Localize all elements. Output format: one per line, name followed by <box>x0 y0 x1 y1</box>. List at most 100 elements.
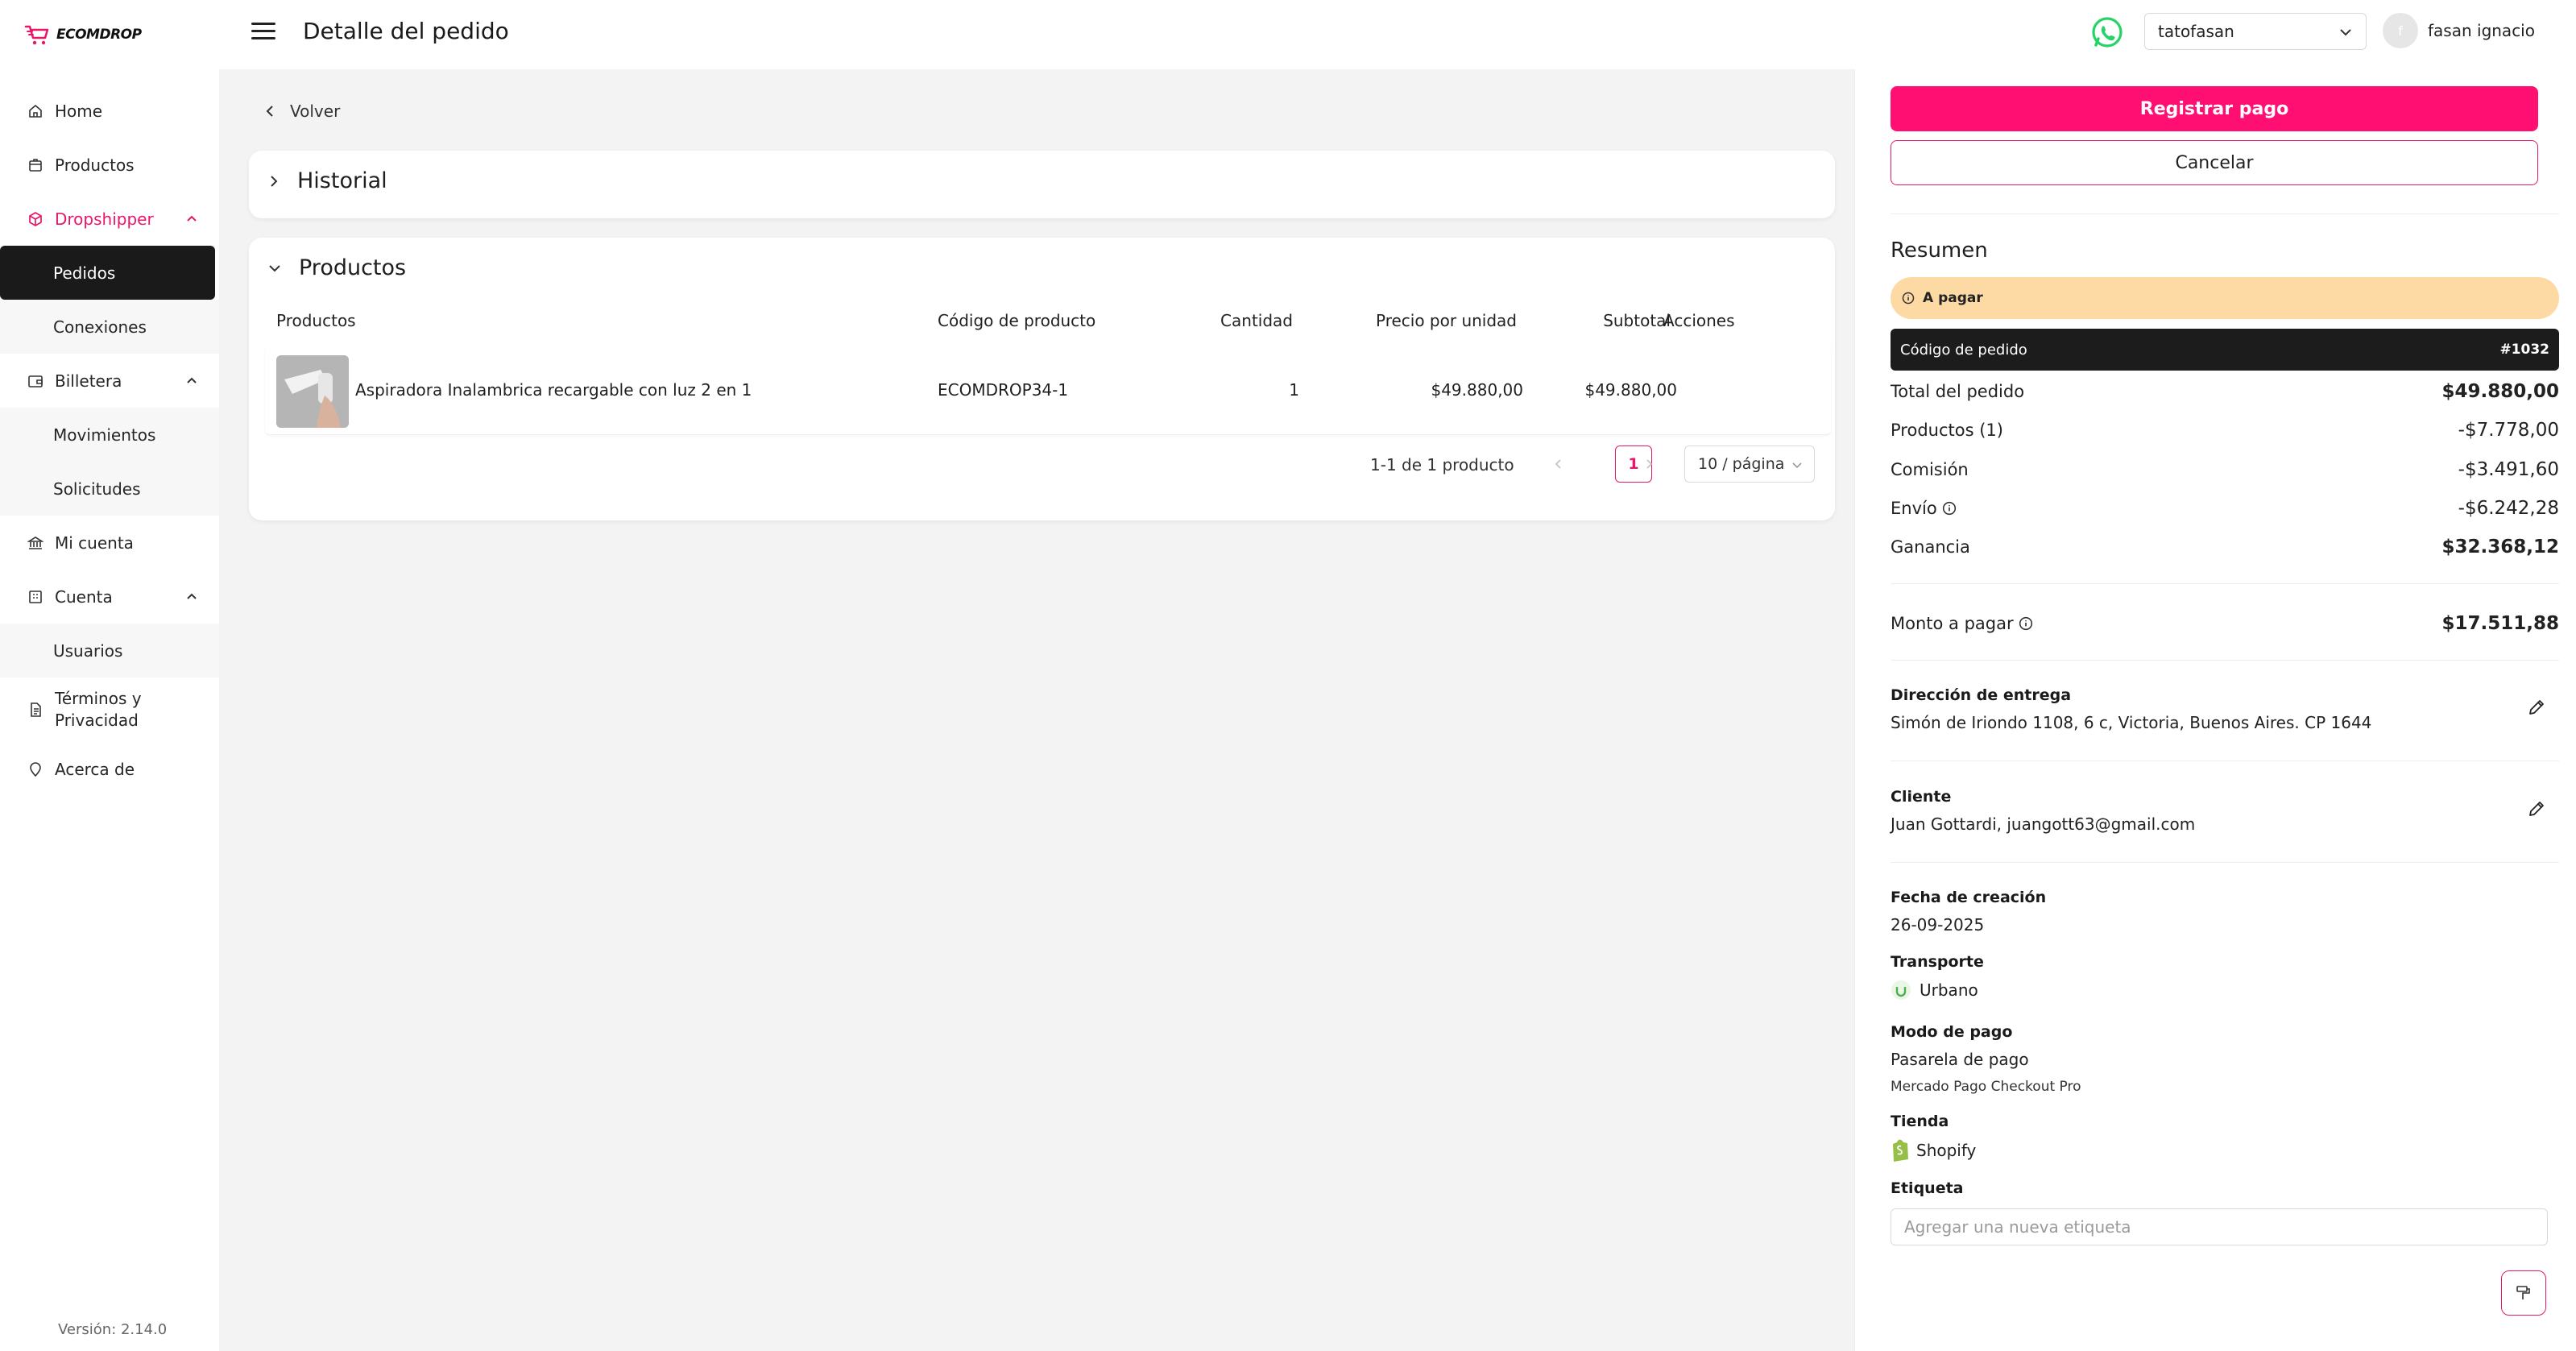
transport-value: Urbano <box>1920 980 1978 1000</box>
paint-roller-icon <box>2516 1286 2530 1299</box>
amount-label-wrap: Monto a pagar <box>1891 614 2033 633</box>
column-header: Código de producto <box>938 311 1096 330</box>
status-badge: A pagar <box>1891 277 2559 319</box>
page-size-select[interactable]: 10 / página <box>1684 445 1815 483</box>
product-name: Aspiradora Inalambrica recargable con lu… <box>355 380 752 400</box>
sidebar-item-label: Billetera <box>55 371 122 391</box>
summary-title: Resumen <box>1891 238 1988 263</box>
column-header: Cantidad <box>1220 311 1293 330</box>
transport-label: Transporte <box>1891 953 1984 971</box>
wallet-icon <box>27 373 43 389</box>
chevron-left-icon <box>266 106 273 117</box>
amount-label: Monto a pagar <box>1891 614 2014 633</box>
user-menu[interactable]: f fasan ignacio <box>2383 13 2535 48</box>
sidebar-item-solicitudes[interactable]: Solicitudes <box>0 462 219 516</box>
summary-value: $49.880,00 <box>2441 381 2559 402</box>
summary-row: Ganancia $32.368,12 <box>1891 535 2559 559</box>
store-label: Tienda <box>1891 1113 1949 1130</box>
menu-icon[interactable] <box>251 23 275 40</box>
sidebar: ECOMDROP Home Productos Dropshipper Pedi… <box>0 0 219 1351</box>
back-button[interactable]: Volver <box>264 102 340 121</box>
column-header: Subtotal <box>1603 311 1671 330</box>
store-select-value: tatofasan <box>2158 22 2234 41</box>
historial-header[interactable]: Historial <box>268 168 387 193</box>
chevron-up-icon <box>187 377 197 383</box>
summary-label: Ganancia <box>1891 537 1970 557</box>
order-code-label: Código de pedido <box>1900 341 2027 358</box>
productos-header[interactable]: Productos <box>268 255 406 280</box>
payment-value: Pasarela de pago <box>1891 1050 2029 1069</box>
sidebar-item-mi-cuenta[interactable]: Mi cuenta <box>0 516 219 570</box>
client-value: Juan Gottardi, juangott63@gmail.com <box>1891 814 2196 834</box>
productos-panel: Productos Productos Código de producto C… <box>249 238 1835 520</box>
order-code-value: #1032 <box>2499 342 2549 358</box>
cart-logo-icon <box>24 25 49 45</box>
productos-title: Productos <box>299 255 407 280</box>
table-header: Productos Código de producto Cantidad Pr… <box>276 311 1820 340</box>
sidebar-item-acerca[interactable]: Acerca de <box>0 742 219 796</box>
document-icon <box>27 702 43 718</box>
info-icon <box>1902 292 1915 305</box>
summary-value: -$7.778,00 <box>2458 420 2559 441</box>
brand-logo[interactable]: ECOMDROP <box>24 23 142 47</box>
store-value: Shopify <box>1916 1141 1977 1160</box>
urbano-logo-icon <box>1891 980 1911 1000</box>
edit-address-icon[interactable] <box>2527 698 2546 717</box>
info-icon[interactable] <box>2019 616 2033 631</box>
amount-due-row: Monto a pagar $17.511,88 <box>1891 611 2559 636</box>
sidebar-item-billetera[interactable]: Billetera <box>0 354 219 408</box>
sidebar-item-home[interactable]: Home <box>0 84 219 138</box>
sidebar-item-dropshipper[interactable]: Dropshipper <box>0 192 219 246</box>
sidebar-item-label: Acerca de <box>55 759 135 779</box>
amount-value: $17.511,88 <box>2441 613 2559 634</box>
summary-value: $32.368,12 <box>2441 537 2559 557</box>
historial-panel[interactable]: Historial <box>249 151 1835 218</box>
sidebar-item-pedidos[interactable]: Pedidos <box>0 246 215 300</box>
next-page-icon[interactable] <box>1644 458 1654 470</box>
chevron-down-icon <box>1792 462 1802 469</box>
prev-page-icon[interactable] <box>1554 458 1563 470</box>
cancel-button[interactable]: Cancelar <box>1891 140 2538 185</box>
payment-label: Modo de pago <box>1891 1023 2013 1041</box>
chevron-right-icon <box>271 175 278 187</box>
summary-label-wrap: Envío <box>1891 499 1957 518</box>
sidebar-item-terminos[interactable]: Términos y Privacidad <box>0 678 219 742</box>
address-label: Dirección de entrega <box>1891 686 2072 704</box>
feedback-button[interactable] <box>2501 1270 2546 1316</box>
sidebar-item-label: Dropshipper <box>55 209 154 229</box>
sidebar-item-usuarios[interactable]: Usuarios <box>0 624 219 678</box>
whatsapp-icon[interactable] <box>2089 15 2125 50</box>
edit-client-icon[interactable] <box>2527 799 2546 818</box>
sidebar-nav: Home Productos Dropshipper Pedidos Conex… <box>0 84 219 796</box>
table-row[interactable]: Aspiradora Inalambrica recargable con lu… <box>265 346 1831 435</box>
location-icon <box>27 761 43 777</box>
store-select[interactable]: tatofasan <box>2144 13 2367 50</box>
created-value: 26-09-2025 <box>1891 915 1985 935</box>
address-value: Simón de Iriondo 1108, 6 c, Victoria, Bu… <box>1891 713 2372 732</box>
column-header: Precio por unidad <box>1375 311 1517 330</box>
summary-label: Productos (1) <box>1891 421 2003 440</box>
sidebar-item-movimientos[interactable]: Movimientos <box>0 408 219 462</box>
sidebar-item-label: Cuenta <box>55 586 113 607</box>
product-code: ECOMDROP34-1 <box>938 380 1069 400</box>
summary-row: Comisión -$3.491,60 <box>1891 458 2559 482</box>
product-unit-price: $49.880,00 <box>1431 380 1523 400</box>
column-header: Acciones <box>1663 311 1735 330</box>
avatar: f <box>2383 13 2418 48</box>
sidebar-item-conexiones[interactable]: Conexiones <box>0 300 219 354</box>
sidebar-item-cuenta[interactable]: Cuenta <box>0 570 219 624</box>
tag-input[interactable]: Agregar una nueva etiqueta <box>1891 1208 2548 1245</box>
transport-value-row: Urbano <box>1891 980 1978 1001</box>
divider <box>1891 583 2559 584</box>
info-icon[interactable] <box>1942 501 1957 516</box>
main-content: Volver Historial Productos Productos Cód… <box>219 69 1854 1351</box>
sidebar-item-label: Mi cuenta <box>55 533 134 553</box>
sidebar-item-productos[interactable]: Productos <box>0 138 219 192</box>
user-name: fasan ignacio <box>2428 21 2535 40</box>
sidebar-item-label: Conexiones <box>53 317 147 337</box>
top-bar: Detalle del pedido tatofasan f fasan ign… <box>219 0 2576 69</box>
register-payment-button[interactable]: Registrar pago <box>1891 86 2538 131</box>
divider <box>1891 660 2559 661</box>
summary-row: Productos (1) -$7.778,00 <box>1891 418 2559 442</box>
sidebar-item-label: Usuarios <box>53 640 123 661</box>
